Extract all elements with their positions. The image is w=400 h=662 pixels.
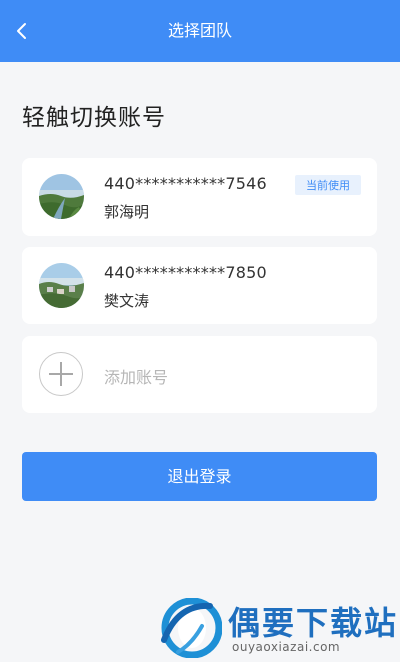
section-title: 轻触切换账号: [22, 105, 166, 131]
add-account-label: 添加账号: [104, 368, 169, 387]
account-card-1[interactable]: 440***********7546 郭海明 当前使用: [22, 158, 377, 236]
chevron-left-icon: [15, 22, 29, 40]
top-bar: 选择团队: [0, 0, 400, 62]
account-name: 樊文涛: [104, 292, 150, 310]
account-number: 440***********7850: [104, 263, 267, 282]
watermark-logo-icon: [158, 597, 223, 659]
watermark-url: ouyaoxiazai.com: [232, 640, 341, 654]
plus-circle-icon: [39, 352, 83, 396]
logout-button[interactable]: 退出登录: [22, 452, 377, 501]
account-name: 郭海明: [104, 203, 150, 221]
page-title: 选择团队: [167, 21, 232, 40]
avatar: [39, 174, 84, 219]
add-account-card[interactable]: 添加账号: [22, 336, 377, 413]
back-button[interactable]: [6, 15, 38, 47]
account-card-2[interactable]: 440***********7850 樊文涛: [22, 247, 377, 324]
watermark: 偶要下载站 ouyaoxiazai.com: [158, 596, 400, 661]
account-number: 440***********7546: [104, 174, 267, 193]
avatar: [39, 263, 84, 308]
watermark-title: 偶要下载站: [228, 604, 399, 642]
current-badge: 当前使用: [295, 175, 361, 195]
